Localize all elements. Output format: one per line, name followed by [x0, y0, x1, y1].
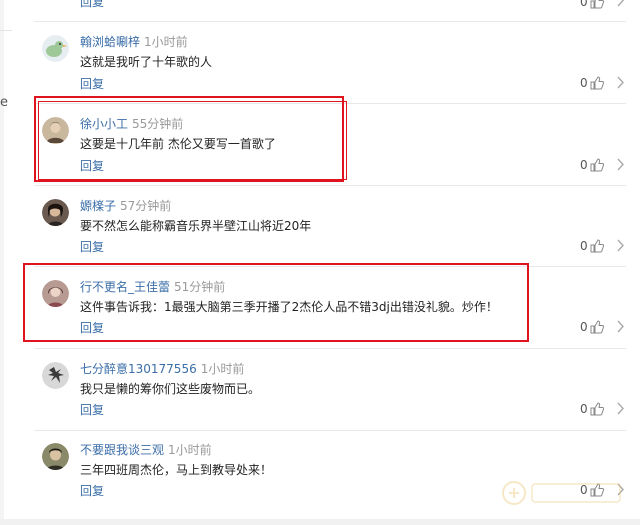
comment-meta: 翰浏蛤唰梓 1小时前 [80, 35, 188, 49]
comment-meta: 嫄檪子 57分钟前 [80, 199, 171, 213]
like-count[interactable]: 0 [580, 239, 604, 253]
bottom-bar [0, 519, 640, 525]
comment-meta: 不要跟我谈三观 1小时前 [80, 443, 212, 457]
like-count[interactable]: 0 [580, 158, 604, 172]
comment-text: 这就是我听了十年歌的人 [80, 55, 213, 69]
thumbs-up-icon [590, 158, 604, 172]
reply-link[interactable]: 回复 [80, 77, 104, 91]
like-count[interactable]: 0 [580, 76, 604, 90]
reply-link[interactable]: 回复 [80, 484, 104, 498]
chevron-right-icon[interactable] [617, 76, 625, 89]
comment-divider [34, 430, 626, 431]
like-count[interactable]: 0 [580, 0, 604, 9]
comment-divider [34, 348, 626, 349]
timestamp: 1小时前 [144, 35, 188, 49]
reply-link[interactable]: 回复 [80, 0, 104, 9]
chevron-right-icon[interactable] [617, 158, 625, 171]
chevron-right-icon[interactable] [617, 239, 625, 252]
thumbs-up-icon [590, 320, 604, 334]
comment-text: 要不然怎么能称霸音乐界半壁江山将近20年 [80, 219, 312, 233]
avatar[interactable] [42, 199, 69, 226]
like-count[interactable]: 0 [580, 320, 604, 334]
thumbs-up-icon [590, 402, 604, 416]
thumbs-up-icon [590, 0, 604, 9]
avatar[interactable] [42, 362, 69, 389]
timestamp: 57分钟前 [120, 199, 172, 213]
avatar[interactable] [42, 443, 69, 470]
highlight-box-inner [38, 101, 347, 180]
username-link[interactable]: 七分醉意130177556 [80, 362, 197, 376]
left-edge-text: e [0, 95, 8, 110]
username-link[interactable]: 翰浏蛤唰梓 [80, 35, 140, 49]
comment-divider [34, 185, 626, 186]
chevron-right-icon[interactable] [617, 402, 625, 415]
left-panel-edge [0, 0, 4, 525]
reply-link[interactable]: 回复 [80, 403, 104, 417]
comment-text: 我只是懒的筹你们这些废物而已。 [80, 382, 261, 396]
username-link[interactable]: 嫄檪子 [80, 199, 116, 213]
chevron-right-icon[interactable] [617, 320, 625, 333]
chevron-right-icon[interactable] [617, 0, 625, 7]
highlight-box [23, 263, 529, 342]
timestamp: 1小时前 [200, 362, 245, 376]
like-count[interactable]: 0 [580, 402, 604, 416]
comment-text: 三年四班周杰伦，马上到教导处来！ [80, 463, 273, 477]
left-divider [0, 30, 12, 31]
timestamp: 1小时前 [168, 443, 212, 457]
watermark-logo [502, 481, 621, 505]
reply-link[interactable]: 回复 [80, 240, 104, 254]
comment-meta: 七分醉意130177556 1小时前 [80, 362, 244, 376]
avatar[interactable] [42, 35, 69, 62]
thumbs-up-icon [590, 239, 604, 253]
thumbs-up-icon [590, 76, 604, 90]
comment-divider [34, 21, 626, 22]
username-link[interactable]: 不要跟我谈三观 [80, 443, 164, 457]
